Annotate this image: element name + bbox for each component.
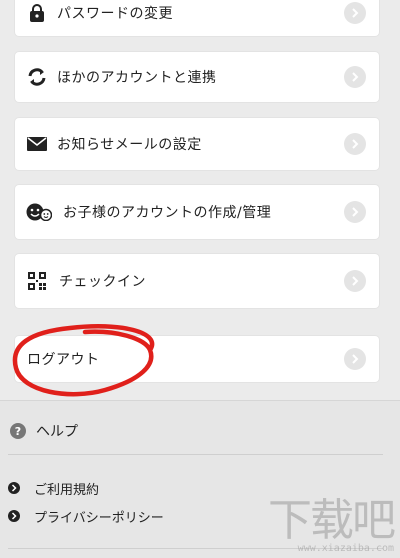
lock-icon [26,2,48,24]
watermark-logo: 下载吧 www.xiazaiba.com [268,495,396,555]
kids-face-icon [26,201,52,223]
mail-icon [26,133,48,155]
terms-label: ご利用規約 [34,482,100,498]
menu-item-check-in[interactable]: チェックイン [15,254,379,308]
menu-item-label: パスワードの変更 [57,6,173,22]
divider [0,400,400,401]
watermark-text: 下载吧 [268,495,396,546]
menu-item-label: ほかのアカウントと連携 [57,70,217,86]
chevron-right-icon [344,201,366,223]
logout-label: ログアウト [27,352,100,368]
help-link[interactable]: ? ヘルプ [10,420,78,442]
help-question-icon: ? [10,423,26,439]
chevron-right-icon [344,2,366,24]
privacy-policy-link[interactable]: プライバシーポリシー [8,506,164,526]
privacy-policy-label: プライバシーポリシー [34,510,164,526]
terms-link[interactable]: ご利用規約 [8,478,99,498]
menu-item-logout[interactable]: ログアウト [15,336,379,382]
qr-code-icon [26,270,48,292]
chevron-right-icon [344,348,366,370]
menu-item-link-accounts[interactable]: ほかのアカウントと連携 [15,52,379,102]
chevron-right-icon [344,66,366,88]
menu-item-kids-account[interactable]: お子様のアカウントの作成/管理 [15,185,379,239]
help-label: ヘルプ [36,424,78,440]
menu-item-label: お子様のアカウントの作成/管理 [63,205,272,221]
menu-item-label: お知らせメールの設定 [57,137,202,153]
sync-link-icon [26,66,48,88]
menu-item-notification-mail[interactable]: お知らせメールの設定 [15,118,379,170]
chevron-right-icon [344,133,366,155]
divider [8,454,383,455]
chevron-right-icon [344,270,366,292]
chevron-right-icon [8,482,20,494]
menu-item-label: チェックイン [59,274,146,290]
chevron-right-icon [8,510,20,522]
menu-item-password-change[interactable]: パスワードの変更 [15,0,379,36]
